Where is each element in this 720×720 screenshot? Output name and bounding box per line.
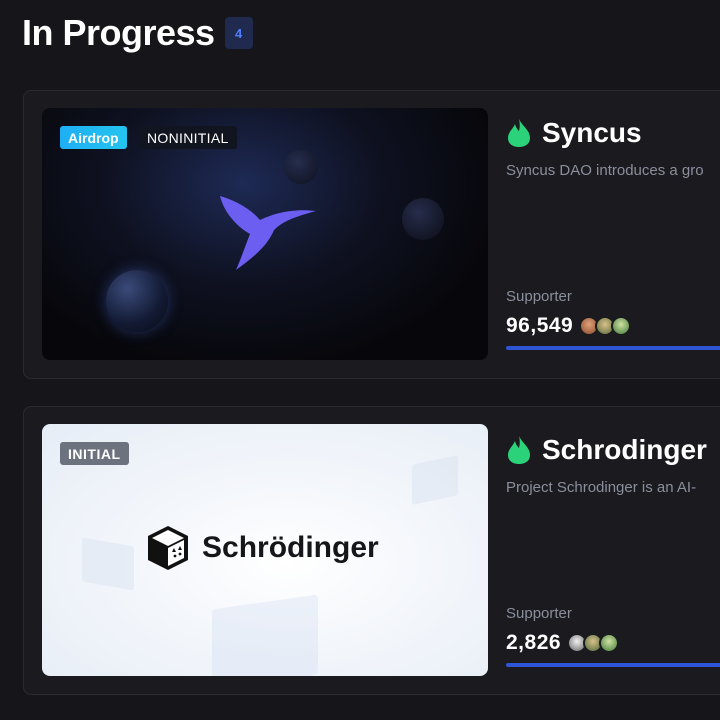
tag-initial: INITIAL: [60, 442, 129, 465]
tag-airdrop: Airdrop: [60, 126, 127, 149]
decorative-orb: [284, 150, 318, 184]
project-thumbnail[interactable]: Airdrop NONINITIAL: [42, 108, 488, 360]
decorative-orb: [402, 198, 444, 240]
decorative-cube: [82, 537, 134, 591]
section-title: In Progress: [22, 12, 215, 53]
supporter-count: 2,826: [506, 631, 562, 654]
cat-box-logo: [148, 526, 188, 570]
decorative-cube: [212, 594, 318, 676]
project-thumbnail[interactable]: Schrödinger INITIAL: [42, 424, 488, 676]
project-description: Syncus DAO introduces a gro: [506, 162, 704, 179]
count-badge: 4: [224, 17, 253, 49]
supporter-label: Supporter: [506, 605, 572, 622]
project-card-syncus[interactable]: Airdrop NONINITIAL Syncus Syncus DAO int…: [23, 90, 720, 379]
progress-bar: [506, 663, 720, 667]
hummingbird-logo: [220, 196, 316, 270]
project-description: Project Schrodinger is an AI-: [506, 479, 697, 496]
progress-bar: [506, 346, 720, 350]
decorative-cube: [412, 455, 458, 505]
project-name: Syncus: [542, 117, 642, 148]
schrodinger-wordmark: Schrödinger: [202, 531, 379, 564]
flame-icon: [508, 119, 530, 147]
avatar: [611, 316, 632, 336]
schrodinger-logo: Schrödinger: [146, 524, 379, 572]
flame-icon: [508, 436, 530, 464]
supporter-count: 96,549: [506, 314, 574, 337]
supporter-row: 96,549: [506, 314, 632, 338]
decorative-orb: [106, 270, 168, 332]
avatar-group: [567, 633, 620, 653]
project-title[interactable]: Schrodinger: [506, 434, 707, 466]
project-card-schrodinger[interactable]: Schrödinger INITIAL Schrodinger Project …: [23, 406, 720, 695]
supporter-label: Supporter: [506, 288, 572, 305]
tag-noninitial: NONINITIAL: [139, 126, 237, 149]
project-name: Schrodinger: [542, 434, 707, 465]
supporter-row: 2,826: [506, 631, 620, 655]
section-header: In Progress 4: [22, 12, 253, 54]
avatar: [599, 633, 620, 653]
project-title[interactable]: Syncus: [506, 117, 642, 149]
avatar-group: [579, 316, 632, 336]
